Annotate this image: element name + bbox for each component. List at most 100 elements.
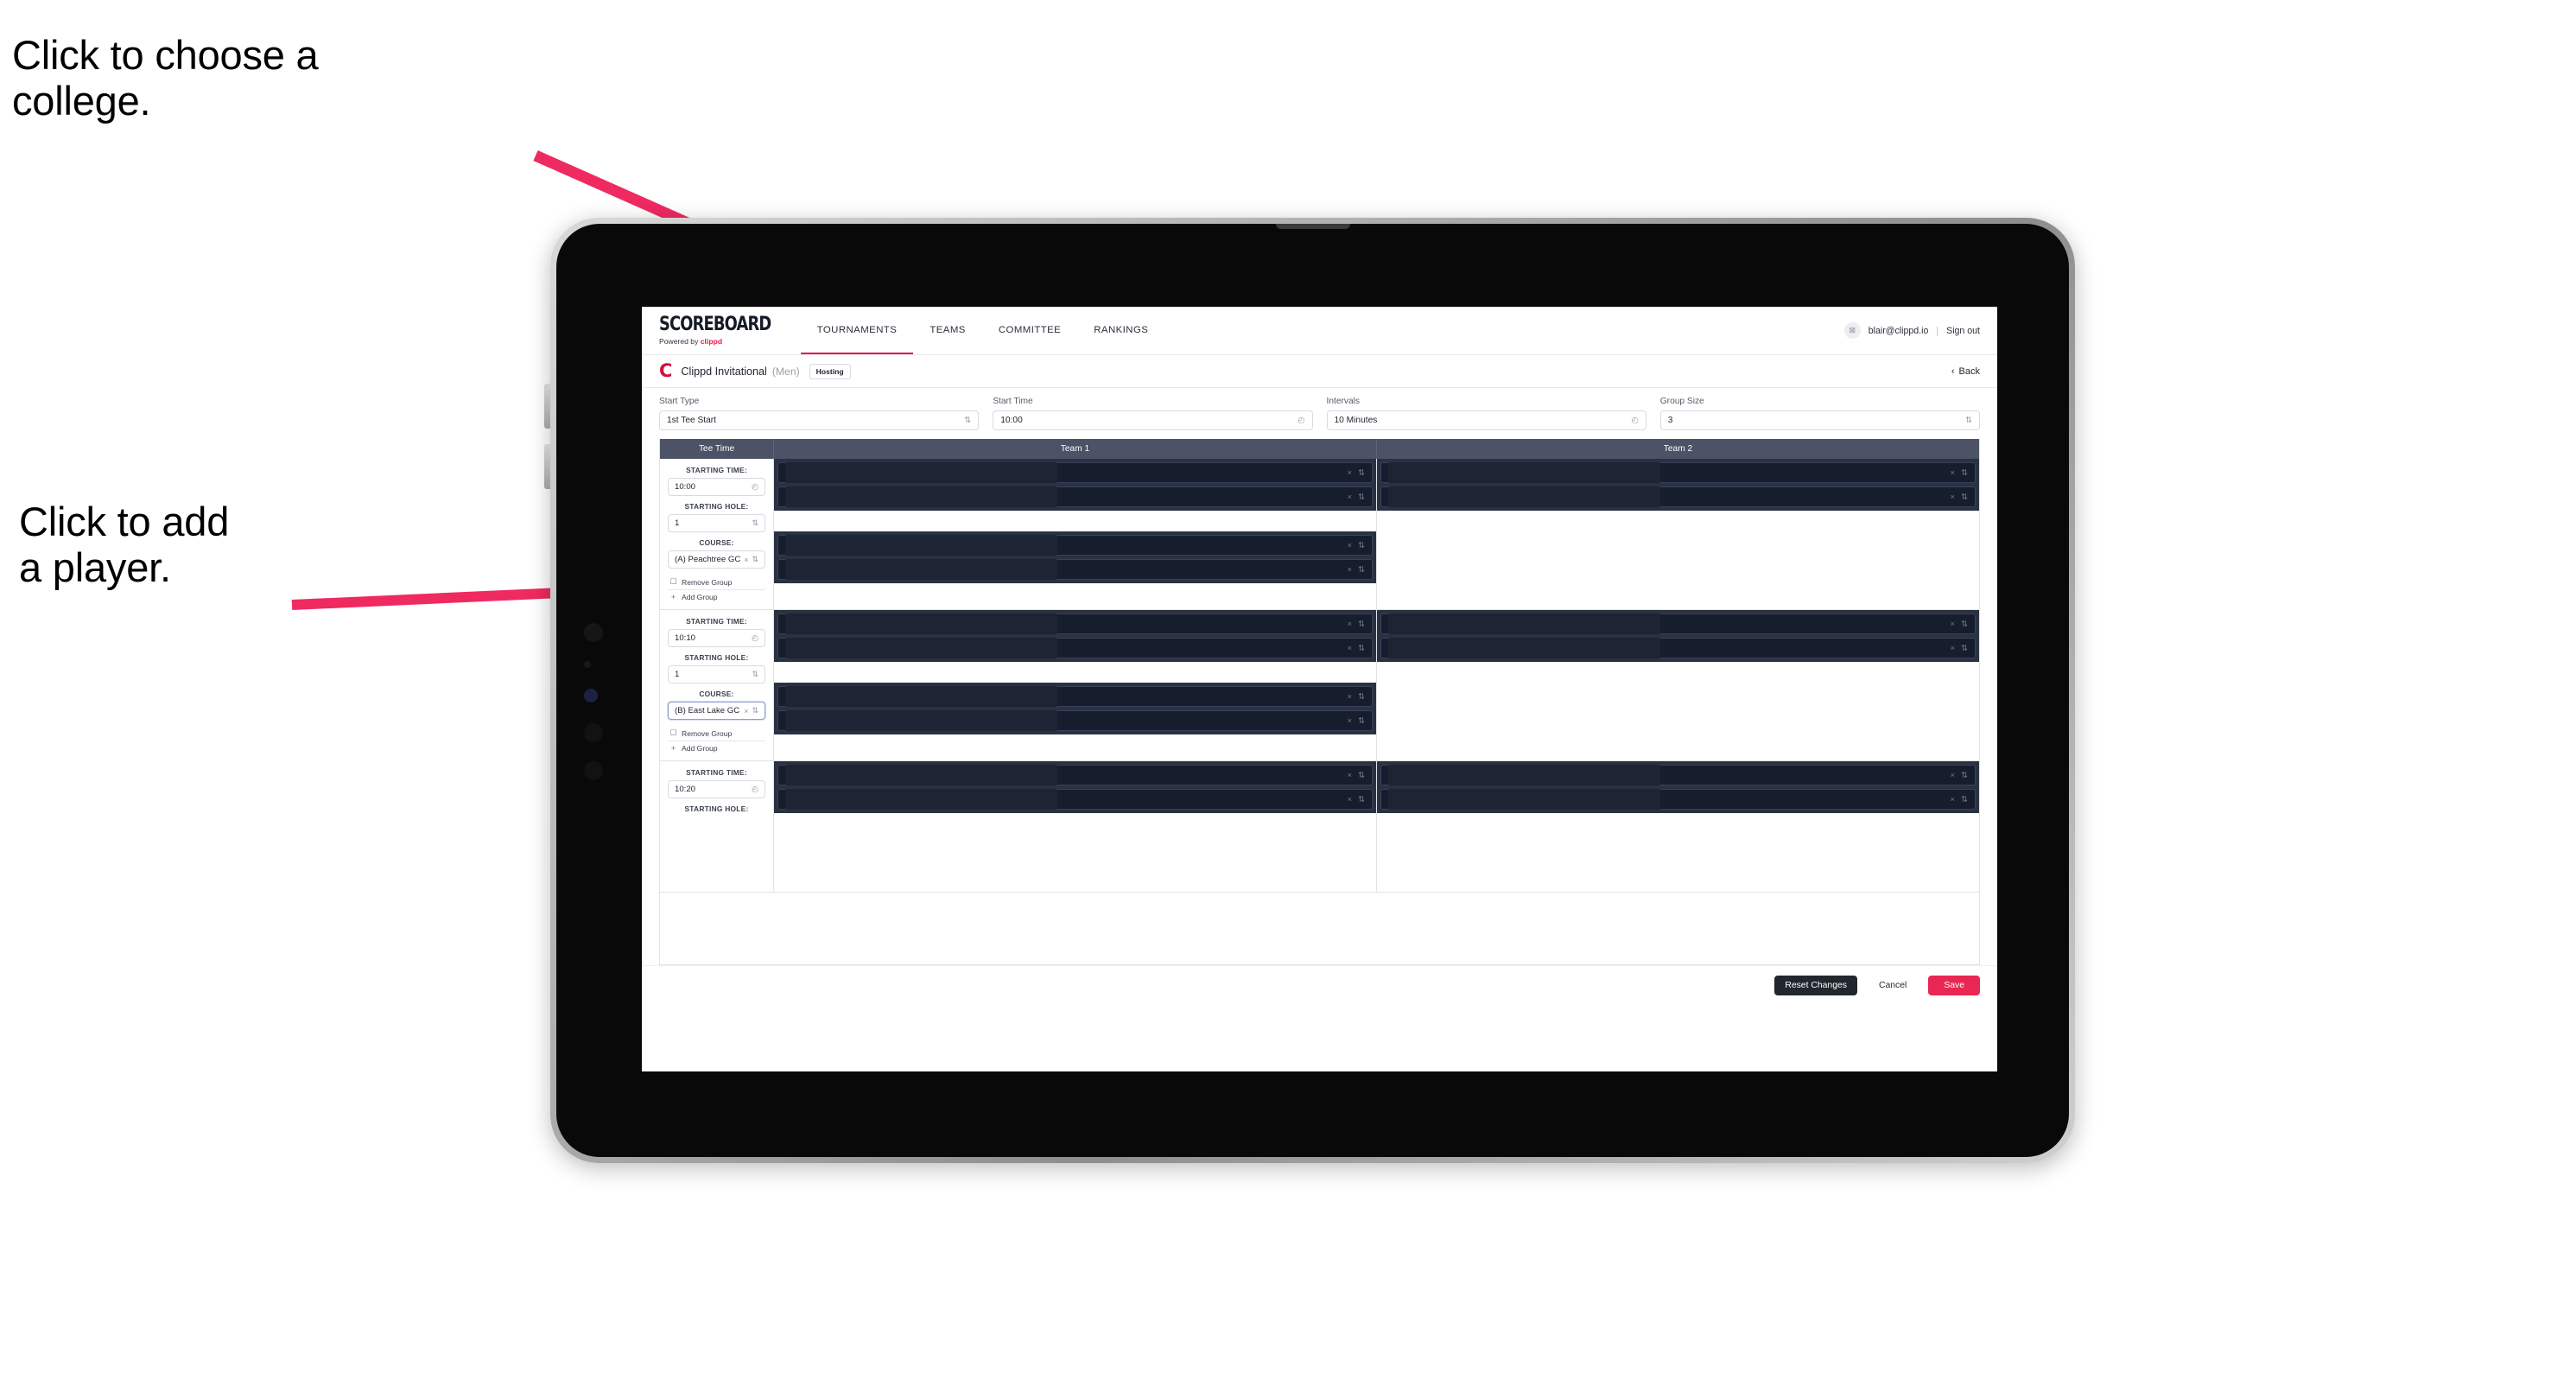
tablet-side-button-1	[544, 384, 550, 429]
stepper-icon[interactable]: ⇅	[1358, 493, 1365, 502]
stepper-icon[interactable]: ⇅	[1961, 771, 1968, 780]
close-icon[interactable]: ×	[1347, 692, 1352, 702]
close-icon[interactable]: ×	[1347, 771, 1352, 780]
clock-icon[interactable]: ◴	[752, 633, 758, 643]
player-slot[interactable]: × ⇅	[1380, 638, 1976, 658]
clock-icon[interactable]: ◴	[752, 482, 758, 492]
start-type-select[interactable]: 1st Tee Start ⇅	[659, 410, 980, 430]
starting-hole-input[interactable]: 1 ⇅	[668, 514, 765, 532]
tablet-device-frame: SCOREBOARD Powered by clippd TOURNAMENTS…	[544, 218, 2075, 1163]
stepper-icon[interactable]: ⇅	[1961, 620, 1968, 629]
close-icon[interactable]: ×	[1347, 620, 1352, 629]
stepper-icon[interactable]: ⇅	[1358, 565, 1365, 575]
stepper-icon[interactable]: ⇅	[752, 555, 758, 564]
save-button[interactable]: Save	[1928, 975, 1980, 995]
control-label: Start Time	[993, 397, 1033, 406]
table-row: STARTING TIME: 10:00 ◴ STARTING HOLE: 1 …	[660, 459, 1979, 610]
add-group-button[interactable]: + Add Group	[668, 741, 765, 755]
close-icon[interactable]: ×	[1347, 468, 1352, 478]
close-icon[interactable]: ×	[1950, 620, 1955, 629]
stepper-icon[interactable]: ⇅	[1358, 795, 1365, 804]
close-icon[interactable]: ×	[1347, 541, 1352, 550]
stepper-icon[interactable]: ⇅	[964, 416, 971, 425]
close-icon[interactable]: ×	[744, 707, 748, 715]
clock-icon[interactable]: ◴	[752, 785, 758, 794]
player-slot[interactable]: × ⇅	[777, 686, 1373, 707]
stepper-icon[interactable]: ⇅	[752, 518, 758, 528]
player-slot[interactable]: × ⇅	[1380, 486, 1976, 507]
player-slot[interactable]: × ⇅	[1380, 789, 1976, 810]
stepper-icon[interactable]: ⇅	[1358, 541, 1365, 550]
close-icon[interactable]: ×	[1950, 644, 1955, 653]
cancel-button[interactable]: Cancel	[1869, 976, 1917, 995]
player-slot[interactable]: × ⇅	[1380, 462, 1976, 483]
back-button[interactable]: ‹ Back	[1951, 366, 1980, 377]
add-group-button[interactable]: + Add Group	[668, 590, 765, 604]
starting-time-input[interactable]: 10:20 ◴	[668, 780, 765, 798]
close-icon[interactable]: ×	[1347, 644, 1352, 653]
back-label: Back	[1958, 366, 1980, 377]
close-icon[interactable]: ×	[1950, 468, 1955, 478]
group-size-stepper[interactable]: 3 ⇅	[1659, 410, 1980, 430]
course-select[interactable]: (A) Peachtree GC × ⇅	[668, 550, 765, 569]
player-slot[interactable]: × ⇅	[777, 765, 1373, 785]
stepper-icon[interactable]: ⇅	[1961, 644, 1968, 653]
close-icon[interactable]: ×	[1950, 493, 1955, 502]
player-slot[interactable]: × ⇅	[1380, 614, 1976, 634]
nav-item-rankings[interactable]: RANKINGS	[1077, 307, 1164, 354]
nav-item-committee[interactable]: COMMITTEE	[982, 307, 1077, 354]
intervals-input[interactable]: 10 Minutes ◴	[1326, 410, 1646, 430]
player-name-redacted	[785, 486, 1058, 507]
stepper-icon[interactable]: ⇅	[1961, 493, 1968, 502]
player-slot[interactable]: × ⇅	[777, 559, 1373, 580]
player-slot[interactable]: × ⇅	[777, 638, 1373, 658]
clock-icon[interactable]: ◴	[1298, 416, 1304, 425]
close-icon[interactable]: ×	[1347, 565, 1352, 575]
avatar[interactable]: ⊠	[1843, 322, 1861, 339]
clock-icon[interactable]: ◴	[1631, 416, 1638, 425]
sign-out-link[interactable]: Sign out	[1946, 326, 1980, 336]
stepper-icon[interactable]: ⇅	[1358, 692, 1365, 702]
player-slot[interactable]: × ⇅	[777, 614, 1373, 634]
nav-item-tournaments[interactable]: TOURNAMENTS	[800, 307, 914, 354]
stepper-icon[interactable]: ⇅	[752, 706, 758, 715]
player-slot[interactable]: × ⇅	[777, 535, 1373, 556]
remove-group-button[interactable]: ☐ Remove Group	[668, 575, 765, 590]
close-icon[interactable]: ×	[1347, 795, 1352, 804]
close-icon[interactable]: ×	[744, 556, 748, 564]
close-icon[interactable]: ×	[1347, 716, 1352, 726]
stepper-icon[interactable]: ⇅	[1965, 416, 1972, 425]
stepper-icon[interactable]: ⇅	[1961, 795, 1968, 804]
speaker-dot-icon	[584, 761, 603, 780]
player-slot[interactable]: × ⇅	[1380, 765, 1976, 785]
tablet-screen: SCOREBOARD Powered by clippd TOURNAMENTS…	[556, 224, 2069, 1157]
stepper-icon[interactable]: ⇅	[1358, 644, 1365, 653]
nav-item-teams[interactable]: TEAMS	[913, 307, 982, 354]
player-name-redacted	[1388, 789, 1661, 810]
stepper-icon[interactable]: ⇅	[1358, 771, 1365, 780]
close-icon[interactable]: ×	[1950, 771, 1955, 780]
stepper-icon[interactable]: ⇅	[752, 670, 758, 679]
close-icon[interactable]: ×	[1950, 795, 1955, 804]
close-icon[interactable]: ×	[1347, 493, 1352, 502]
player-slot[interactable]: × ⇅	[777, 789, 1373, 810]
status-badge: Hosting	[809, 363, 851, 379]
stepper-icon[interactable]: ⇅	[1961, 468, 1968, 478]
start-time-input[interactable]: 10:00 ◴	[993, 410, 1313, 430]
stepper-icon[interactable]: ⇅	[1358, 468, 1365, 478]
player-slot[interactable]: × ⇅	[777, 710, 1373, 731]
stepper-icon[interactable]: ⇅	[1358, 620, 1365, 629]
starting-time-input[interactable]: 10:10 ◴	[668, 629, 765, 647]
starting-time-input[interactable]: 10:00 ◴	[668, 478, 765, 496]
starting-hole-input[interactable]: 1 ⇅	[668, 665, 765, 683]
scoreboard-logo[interactable]: SCOREBOARD Powered by clippd	[659, 307, 801, 354]
annotation-add-player: Click to add a player.	[19, 499, 230, 590]
player-slot[interactable]: × ⇅	[777, 486, 1373, 507]
remove-group-button[interactable]: ☐ Remove Group	[668, 726, 765, 741]
player-slot[interactable]: × ⇅	[777, 462, 1373, 483]
reset-changes-button[interactable]: Reset Changes	[1774, 975, 1857, 995]
course-select[interactable]: (B) East Lake GC × ⇅	[668, 702, 765, 720]
control-start-type: Start Type 1st Tee Start ⇅	[659, 397, 993, 430]
player-group: × ⇅ × ⇅	[1377, 610, 1979, 662]
stepper-icon[interactable]: ⇅	[1358, 716, 1365, 726]
